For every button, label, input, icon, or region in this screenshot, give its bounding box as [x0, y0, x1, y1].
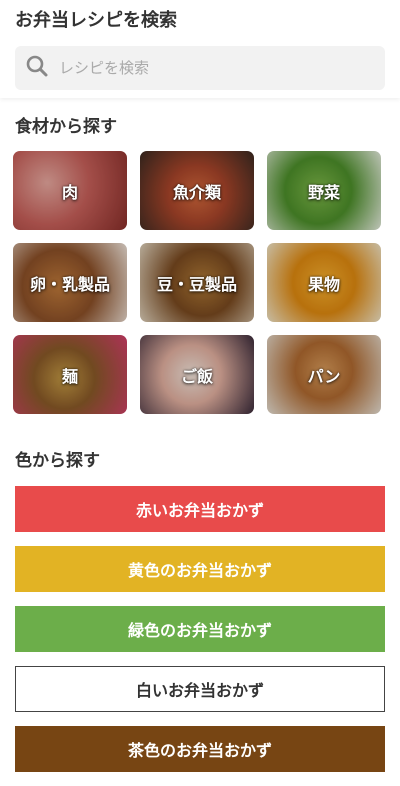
ingredient-tile-vegetables[interactable]: 野菜: [267, 151, 381, 230]
ingredient-grid: 肉 魚介類 野菜 卵・乳製品 豆・豆製品 果物 麺 ご飯 パン: [13, 151, 387, 414]
ingredient-tile-beans[interactable]: 豆・豆製品: [140, 243, 254, 322]
tile-label: 肉: [61, 182, 78, 202]
tile-label: パン: [307, 366, 341, 386]
ingredient-tile-rice[interactable]: ご飯: [140, 335, 254, 414]
search-icon: [25, 54, 49, 82]
ingredient-tile-seafood[interactable]: 魚介類: [140, 151, 254, 230]
tile-label: 魚介類: [172, 182, 221, 202]
ingredient-tile-noodles[interactable]: 麺: [13, 335, 127, 414]
colors-section-title: 色から探す: [15, 451, 100, 471]
tile-label: 卵・乳製品: [29, 274, 110, 294]
ingredient-tile-meat[interactable]: 肉: [13, 151, 127, 230]
ingredients-section-title: 食材から探す: [15, 117, 117, 137]
tile-label: 麺: [61, 366, 78, 386]
brown-side-dish-button[interactable]: 茶色のお弁当おかず: [15, 726, 385, 772]
ingredient-tile-fruit[interactable]: 果物: [267, 243, 381, 322]
tile-label: ご飯: [180, 366, 213, 386]
header: お弁当レシピを検索: [0, 0, 400, 98]
search-input[interactable]: [57, 58, 361, 78]
tile-label: 豆・豆製品: [156, 274, 237, 294]
ingredient-tile-egg-dairy[interactable]: 卵・乳製品: [13, 243, 127, 322]
ingredient-tile-bread[interactable]: パン: [267, 335, 381, 414]
red-side-dish-button[interactable]: 赤いお弁当おかず: [15, 486, 385, 532]
color-button-list: 赤いお弁当おかず 黄色のお弁当おかず 緑色のお弁当おかず 白いお弁当おかず 茶色…: [15, 486, 385, 786]
white-side-dish-button[interactable]: 白いお弁当おかず: [15, 666, 385, 712]
page-title: お弁当レシピを検索: [15, 10, 177, 31]
search-bar[interactable]: [15, 46, 385, 90]
tile-label: 野菜: [307, 182, 340, 202]
green-side-dish-button[interactable]: 緑色のお弁当おかず: [15, 606, 385, 652]
tile-label: 果物: [307, 274, 340, 294]
yellow-side-dish-button[interactable]: 黄色のお弁当おかず: [15, 546, 385, 592]
